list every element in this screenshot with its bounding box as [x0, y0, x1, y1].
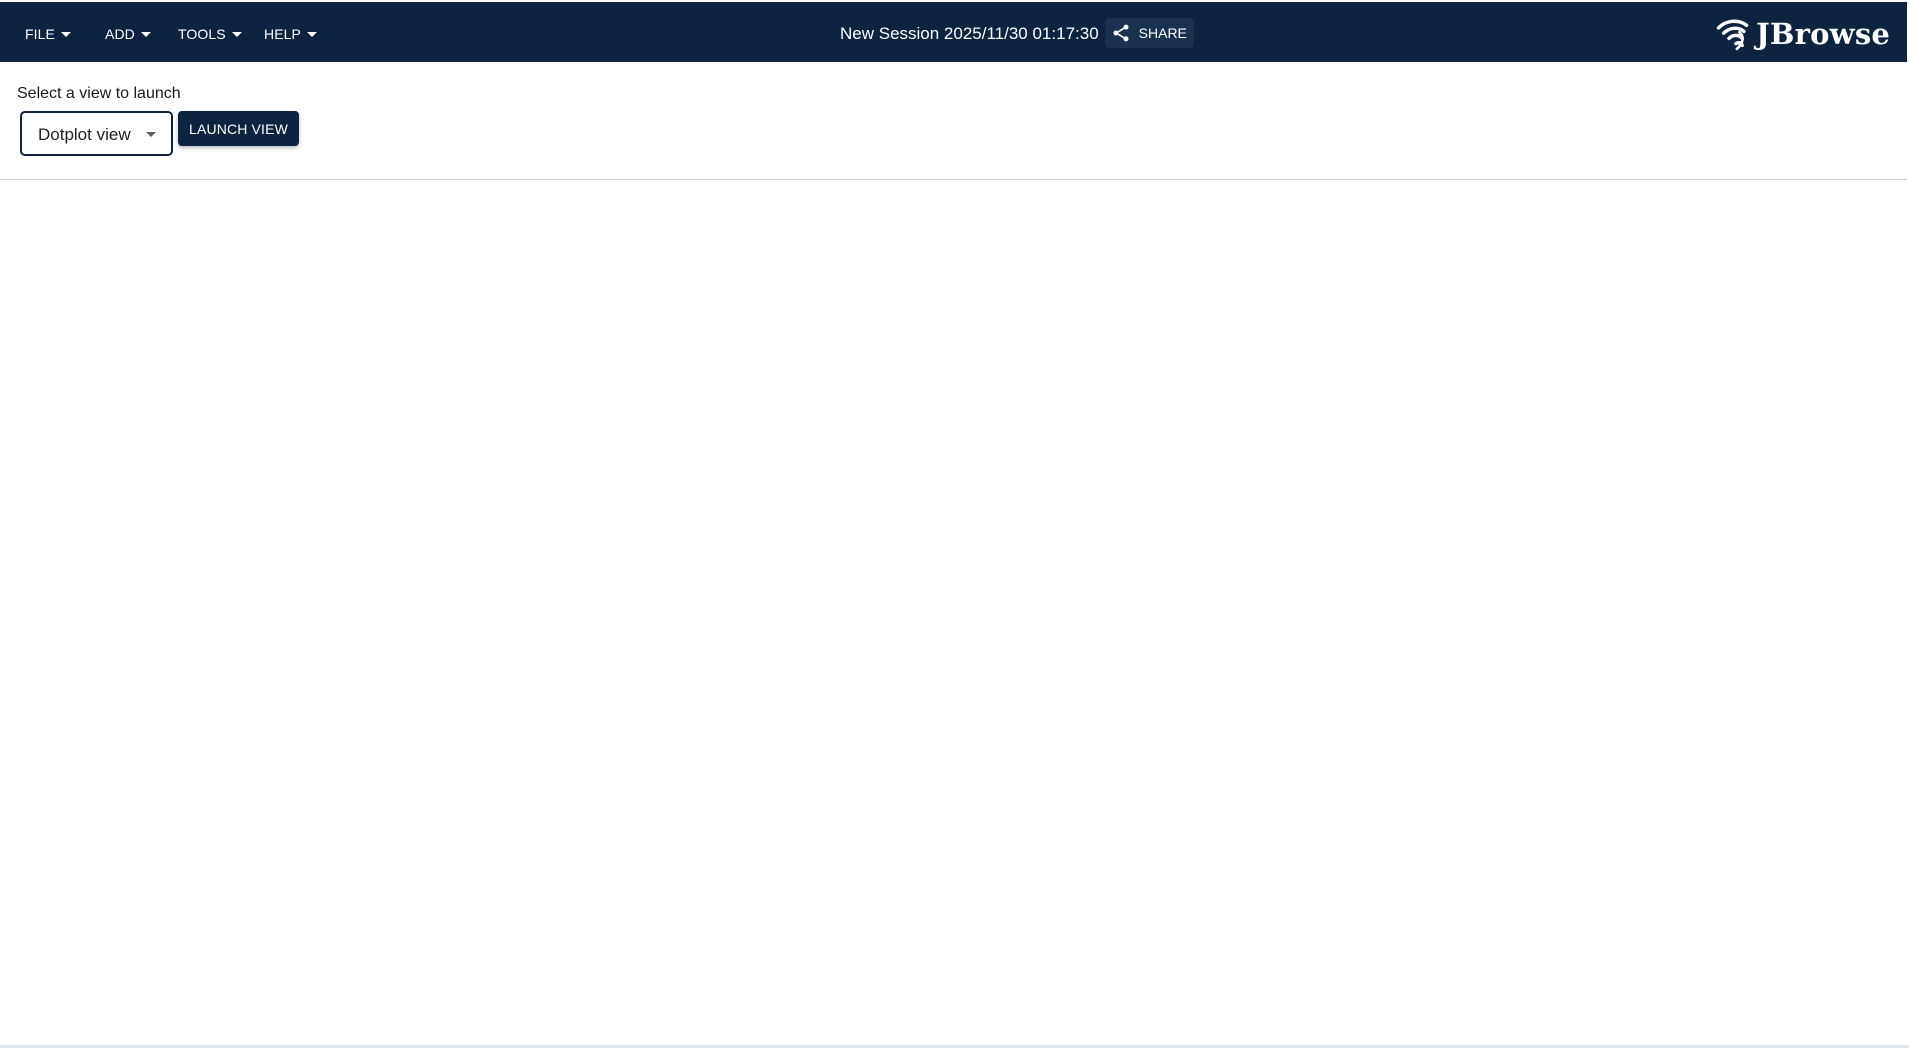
session-title-group: New Session 2025/11/30 01:17:30 SHARE	[840, 18, 1194, 48]
add-menu-button[interactable]: ADD	[105, 20, 151, 47]
top-app-bar: FILE ADD TOOLS HELP New Session 2025/11/…	[0, 2, 1907, 62]
tools-menu-button[interactable]: TOOLS	[178, 20, 242, 47]
empty-workspace	[0, 180, 1907, 1045]
chevron-down-icon	[60, 31, 71, 37]
chevron-down-icon	[231, 31, 242, 37]
view-launcher-label: Select a view to launch	[17, 85, 181, 102]
chevron-down-icon	[306, 31, 317, 37]
help-menu-button[interactable]: HELP	[264, 20, 317, 47]
session-name[interactable]: New Session 2025/11/30 01:17:30	[840, 25, 1099, 42]
share-button-label: SHARE	[1138, 25, 1187, 41]
chevron-down-icon	[146, 132, 156, 137]
tools-menu-label: TOOLS	[178, 25, 226, 42]
add-menu-label: ADD	[105, 25, 135, 42]
share-button[interactable]: SHARE	[1104, 18, 1194, 48]
file-menu-button[interactable]: FILE	[25, 20, 71, 47]
jbrowse-logo-icon	[1716, 19, 1749, 51]
view-launcher-panel: Select a view to launch Dotplot view LAU…	[0, 62, 1907, 180]
jbrowse-logo-text: JBrowse	[1756, 16, 1890, 51]
jbrowse-window: FILE ADD TOOLS HELP New Session 2025/11/…	[0, 0, 1909, 1048]
file-menu-label: FILE	[25, 25, 55, 42]
share-icon	[1113, 24, 1129, 42]
jbrowse-logo: JBrowse	[1715, 13, 1890, 55]
launch-view-button[interactable]: LAUNCH VIEW	[178, 111, 299, 146]
selected-view-type: Dotplot view	[38, 125, 131, 144]
chevron-down-icon	[140, 31, 151, 37]
view-type-select[interactable]: Dotplot view	[20, 111, 173, 156]
help-menu-label: HELP	[264, 25, 301, 42]
